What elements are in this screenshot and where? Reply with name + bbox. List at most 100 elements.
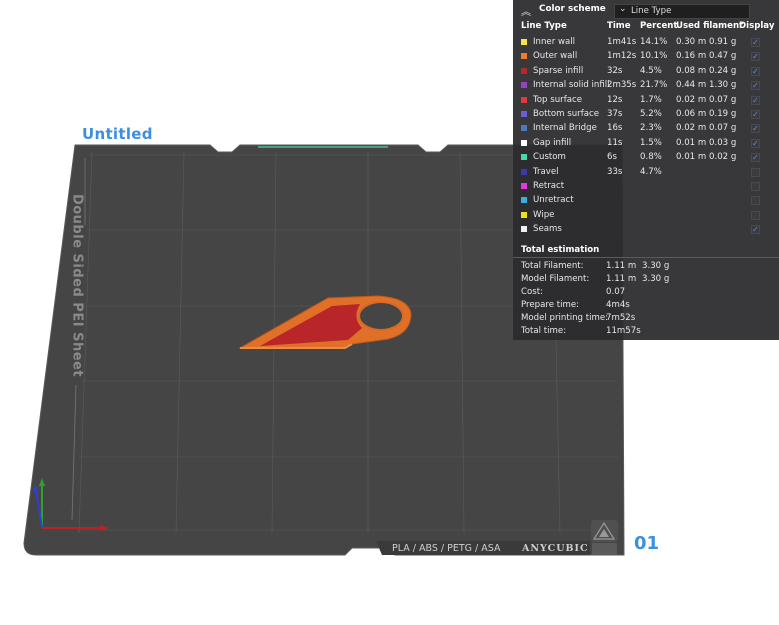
line-type-weight: 0.24 g — [709, 65, 737, 76]
legend-title: Color scheme — [539, 4, 606, 14]
total-estimation-title: Total estimation — [521, 245, 600, 255]
line-type-length: 0.16 m — [676, 51, 707, 62]
check-icon[interactable]: ✓ — [751, 95, 760, 105]
line-type-percent: 10.1% — [640, 51, 668, 62]
chevron-up-double-icon[interactable]: ︽ — [521, 3, 531, 18]
color-swatch — [521, 111, 527, 117]
legend-row: Internal solid infill 2m35s 21.7% 0.44 m 1.3… — [513, 79, 779, 93]
plate-brand: ANYCUBIC — [522, 543, 589, 554]
line-type-time: 2m35s — [607, 80, 637, 91]
check-icon[interactable]: ✓ — [751, 124, 760, 134]
line-type-percent: 14.1% — [640, 37, 668, 47]
total-row: Prepare time: 4m4s — [521, 300, 771, 312]
line-type-length: 0.01 m — [676, 137, 707, 148]
legend-row: Sparse infill 32s 4.5% 0.08 m 0.24 g ✓ — [513, 65, 779, 79]
legend-row: Outer wall 1m12s 10.1% 0.16 m 0.47 g ✓ — [513, 50, 779, 64]
color-swatch — [521, 39, 527, 45]
check-icon[interactable]: ✓ — [751, 110, 760, 119]
divider — [513, 257, 779, 258]
line-type-time: 1m41s — [607, 37, 637, 47]
color-swatch — [521, 53, 527, 60]
display-checkbox[interactable] — [751, 210, 760, 220]
line-type-time: 33s — [607, 166, 623, 177]
total-value: 0.07 — [606, 287, 626, 297]
color-scheme-select[interactable]: ⌄ Line Type — [614, 4, 750, 19]
color-scheme-value: Line Type — [631, 6, 672, 16]
plate-number: 01 — [634, 533, 660, 554]
total-row: Total Filament: 1.11 m 3.30 g — [521, 261, 771, 273]
total-value-2: 3.30 g — [642, 274, 670, 284]
legend-row: Gap infill 11s 1.5% 0.01 m 0.03 g ✓ — [513, 137, 779, 151]
line-type-percent: 4.5% — [640, 65, 662, 76]
total-key: Model Filament: — [521, 274, 590, 284]
legend-row: Inner wall 1m41s 14.1% 0.30 m 0.91 g ✓ — [513, 36, 779, 50]
legend-header: ︽ Color scheme ⌄ Line Type — [513, 0, 779, 20]
legend-row: Unretract — [513, 194, 779, 208]
line-type-length: 0.02 m — [676, 94, 707, 105]
display-checkbox[interactable] — [751, 196, 760, 206]
color-swatch — [521, 125, 527, 132]
anycubic-logo-icon — [591, 520, 618, 542]
line-type-weight: 0.07 g — [709, 94, 737, 105]
check-icon[interactable]: ✓ — [751, 81, 760, 91]
check-icon[interactable]: ✓ — [751, 66, 760, 76]
total-key: Total time: — [521, 326, 567, 336]
line-type-percent: 1.5% — [640, 137, 662, 148]
line-type-name: Inner wall — [533, 37, 576, 47]
total-row: Model Filament: 1.11 m 3.30 g — [521, 274, 771, 286]
line-type-time: 1m12s — [607, 51, 637, 62]
check-icon[interactable]: ✓ — [751, 138, 760, 148]
legend-row: Bottom surface 37s 5.2% 0.06 m 0.19 g ✓ — [513, 108, 779, 122]
total-row: Model printing time: 7m52s — [521, 313, 771, 325]
line-type-time: 32s — [607, 65, 623, 76]
line-type-name: Sparse infill — [533, 65, 584, 76]
line-type-name: Custom — [533, 152, 566, 163]
line-type-name: Retract — [533, 181, 565, 191]
line-type-percent: 1.7% — [640, 94, 662, 105]
plate-title[interactable]: Untitled — [82, 125, 153, 143]
line-type-name: Wipe — [533, 209, 555, 220]
display-checkbox[interactable] — [751, 182, 760, 191]
sheet-label: Double Sided PEI Sheet — [69, 193, 85, 378]
total-row: Total time: 11m57s — [521, 326, 771, 338]
line-type-name: Travel — [533, 166, 559, 177]
check-icon[interactable]: ✓ — [751, 153, 760, 163]
line-type-name: Internal solid infill — [533, 80, 610, 91]
legend-panel: ︽ Color scheme ⌄ Line Type Line Type Tim… — [513, 0, 779, 340]
line-type-name: Internal Bridge — [533, 123, 597, 134]
total-key: Prepare time: — [521, 300, 580, 310]
color-swatch — [521, 96, 527, 103]
line-type-time: 12s — [607, 94, 623, 105]
line-type-name: Top surface — [533, 94, 582, 105]
line-type-percent: 21.7% — [640, 80, 668, 91]
check-icon[interactable]: ✓ — [751, 38, 760, 47]
plate-label-box — [592, 543, 617, 555]
chevron-down-icon: ⌄ — [619, 4, 627, 14]
color-swatch — [521, 197, 527, 204]
check-icon[interactable]: ✓ — [751, 52, 760, 62]
line-type-name: Gap infill — [533, 137, 572, 148]
display-checkbox[interactable] — [751, 167, 760, 177]
total-value: 7m52s — [606, 313, 636, 323]
line-type-time: 37s — [607, 109, 623, 119]
line-type-percent: 5.2% — [640, 109, 662, 119]
legend-row: Custom 6s 0.8% 0.01 m 0.02 g ✓ — [513, 151, 779, 165]
color-swatch — [521, 168, 527, 175]
line-type-length: 0.02 m — [676, 123, 707, 134]
line-type-weight: 0.07 g — [709, 123, 737, 134]
line-type-length: 0.30 m — [676, 37, 707, 47]
line-type-time: 11s — [607, 137, 623, 148]
line-type-name: Bottom surface — [533, 109, 600, 119]
line-type-weight: 0.03 g — [709, 137, 737, 148]
total-value: 1.11 m — [606, 261, 637, 271]
total-value: 11m57s — [606, 326, 641, 336]
total-value: 4m4s — [606, 300, 630, 310]
color-swatch — [521, 211, 527, 218]
color-swatch — [521, 82, 527, 89]
total-key: Total Filament: — [521, 261, 584, 271]
color-swatch — [521, 226, 527, 233]
check-icon[interactable]: ✓ — [751, 225, 760, 235]
legend-row: Travel 33s 4.7% — [513, 166, 779, 180]
legend-row: Wipe — [513, 209, 779, 223]
color-swatch — [521, 183, 527, 189]
